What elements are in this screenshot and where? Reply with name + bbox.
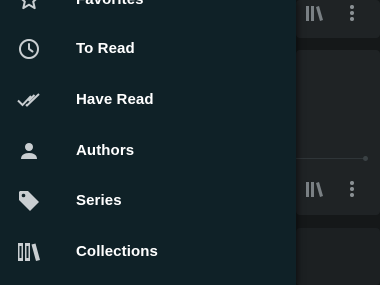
more-vert-icon[interactable] <box>346 178 358 200</box>
library-icon[interactable] <box>304 178 328 200</box>
drawer-item-label: Collections <box>76 243 158 260</box>
drawer-item-to-read[interactable]: To Read <box>0 24 296 74</box>
drawer-item-authors[interactable]: Authors <box>0 126 296 176</box>
drawer-item-label: Have Read <box>76 91 154 108</box>
drawer-item-collections[interactable]: Collections <box>0 227 296 277</box>
star-outline-icon <box>17 0 41 12</box>
person-icon <box>17 139 41 163</box>
drawer-item-label: Series <box>76 192 122 209</box>
drawer-item-have-read[interactable]: Have Read <box>0 75 296 125</box>
book-card[interactable] <box>296 228 380 285</box>
library-icon <box>17 240 41 264</box>
drawer-item-label: To Read <box>76 40 135 57</box>
book-card[interactable] <box>296 0 380 38</box>
drawer-item-favorites[interactable]: Favorites <box>0 0 296 25</box>
progress-thumb <box>363 156 368 161</box>
drawer-item-series[interactable]: Series <box>0 176 296 226</box>
progress-track <box>296 158 366 159</box>
drawer-item-label: Favorites <box>76 0 144 25</box>
double-check-icon <box>17 88 41 112</box>
navigation-drawer: Favorites To Read Have Read Auth <box>0 0 296 285</box>
library-icon[interactable] <box>304 2 328 24</box>
clock-icon <box>17 37 41 61</box>
drawer-item-label: Authors <box>76 142 135 159</box>
book-card[interactable] <box>296 50 380 215</box>
more-vert-icon[interactable] <box>346 2 358 24</box>
tag-icon <box>17 189 41 213</box>
